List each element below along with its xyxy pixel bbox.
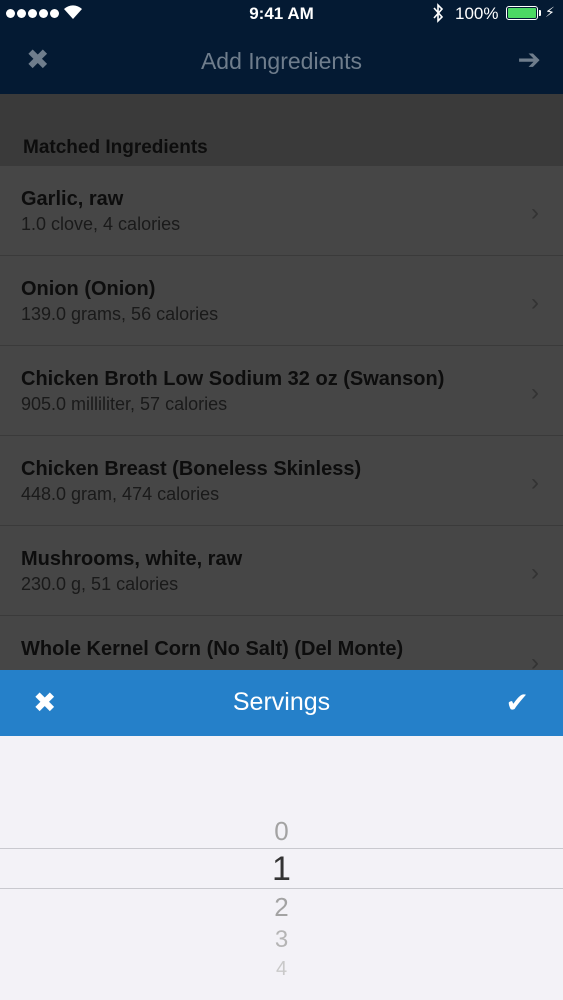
- ingredient-name: Chicken Breast (Boneless Skinless): [21, 458, 362, 480]
- ingredient-name: Onion (Onion): [21, 278, 156, 300]
- picker-option[interactable]: 2: [0, 892, 563, 923]
- ingredient-name: Whole Kernel Corn (No Salt) (Del Monte): [21, 638, 404, 660]
- servings-picker[interactable]: 0 1 2 3 4: [0, 736, 563, 1000]
- chevron-right-icon: ›: [531, 289, 539, 316]
- chevron-right-icon: ›: [531, 469, 539, 496]
- nav-title: Add Ingredients: [200, 48, 363, 74]
- picker-option[interactable]: 0: [0, 816, 563, 847]
- chevron-right-icon: ›: [531, 559, 539, 586]
- selection-bottom-line: [0, 888, 563, 889]
- ingredient-row[interactable]: Whole Kernel Corn (No Salt) (Del Monte) …: [0, 616, 563, 670]
- navigation-bar: ✖ Add Ingredients ➔: [0, 28, 563, 94]
- bluetooth-icon: [433, 3, 444, 23]
- chevron-right-icon: ›: [531, 199, 539, 226]
- battery-percent: 100%: [455, 4, 499, 23]
- ingredient-row[interactable]: Chicken Broth Low Sodium 32 oz (Swanson)…: [0, 346, 563, 436]
- selection-top-line: [0, 848, 563, 849]
- ingredient-row[interactable]: Garlic, raw 1.0 clove, 4 calories ›: [0, 166, 563, 256]
- charging-icon: ⚡: [545, 4, 555, 20]
- ingredient-row[interactable]: Chicken Breast (Boneless Skinless) 448.0…: [0, 436, 563, 526]
- ingredient-detail: 905.0 milliliter, 57 calories: [21, 394, 228, 414]
- picker-option-selected[interactable]: 1: [0, 850, 563, 889]
- section-header: Matched Ingredients: [0, 94, 563, 166]
- battery-tip: [539, 10, 541, 16]
- picker-toolbar: ✖ Servings ✔: [0, 670, 563, 736]
- done-button[interactable]: ✔: [506, 686, 529, 720]
- ingredient-detail: 448.0 gram, 474 calories: [21, 484, 220, 504]
- battery-icon: [506, 6, 538, 20]
- ingredients-list: Matched Ingredients Garlic, raw 1.0 clov…: [0, 94, 563, 670]
- ingredient-name: Chicken Broth Low Sodium 32 oz (Swanson): [21, 368, 445, 390]
- chevron-right-icon: ›: [531, 649, 539, 670]
- arrow-right-icon[interactable]: ➔: [518, 44, 541, 76]
- picker-title: Servings: [232, 688, 331, 716]
- chevron-right-icon: ›: [531, 379, 539, 406]
- ingredient-detail: 1.0 clove, 4 calories: [21, 214, 181, 234]
- ingredient-row[interactable]: Mushrooms, white, raw 230.0 g, 51 calori…: [0, 526, 563, 616]
- ingredient-name: Garlic, raw: [21, 188, 124, 210]
- status-bar: 9:41 AM 100% ⚡: [0, 0, 563, 28]
- ingredient-row[interactable]: Onion (Onion) 139.0 grams, 56 calories ›: [0, 256, 563, 346]
- ingredient-detail: 230.0 g, 51 calories: [21, 574, 179, 594]
- picker-option[interactable]: 3: [0, 926, 563, 954]
- section-title: Matched Ingredients: [23, 137, 208, 158]
- ingredient-name: Mushrooms, white, raw: [21, 548, 243, 570]
- picker-option[interactable]: 4: [0, 958, 563, 976]
- ingredient-detail: 139.0 grams, 56 calories: [21, 304, 219, 324]
